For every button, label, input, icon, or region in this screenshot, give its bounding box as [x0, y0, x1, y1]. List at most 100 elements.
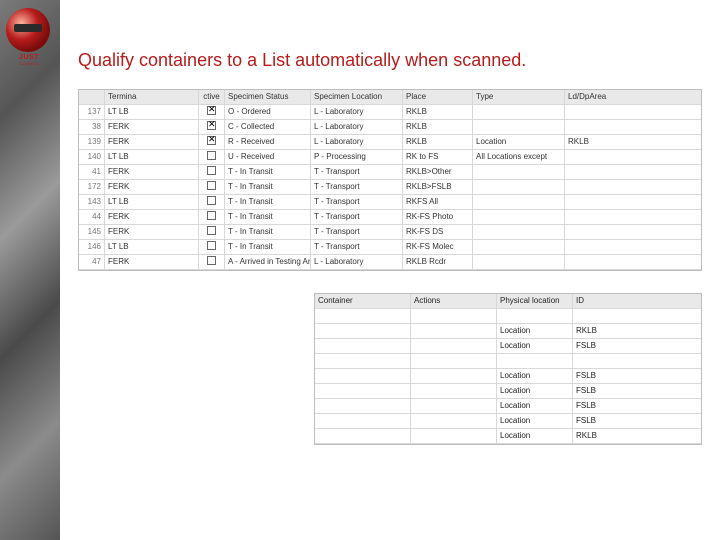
cell-ld [565, 195, 629, 209]
cell-id: 172 [79, 180, 105, 194]
cell-container-id: FSLB [573, 399, 609, 413]
cell-location: T - Transport [311, 195, 403, 209]
cell-type [473, 120, 565, 134]
rules-grid-row[interactable]: 143LT LBT - In TransitT - TransportRKFS … [79, 195, 701, 210]
rules-grid-row[interactable]: 137LT LBO - OrderedL - LaboratoryRKLB [79, 105, 701, 120]
cell-place: RKLB [403, 135, 473, 149]
cell-physical-location: Location [497, 384, 573, 398]
cell-active[interactable] [199, 105, 225, 119]
container-grid-row[interactable]: LocationFSLB [315, 384, 701, 399]
container-grid-row[interactable]: LocationFSLB [315, 339, 701, 354]
rules-grid-row[interactable]: 145FERKT - In TransitT - TransportRK-FS … [79, 225, 701, 240]
cell-location: T - Transport [311, 165, 403, 179]
col-container[interactable]: Container [315, 294, 411, 308]
container-grid-blank [315, 354, 701, 369]
container-grid-row[interactable]: LocationRKLB [315, 324, 701, 339]
col-status[interactable]: Specimen Status [225, 90, 311, 104]
container-grid-row[interactable]: LocationRKLB [315, 429, 701, 444]
cell-active[interactable] [199, 180, 225, 194]
cell-status: T - In Transit [225, 240, 311, 254]
cell-id: 38 [79, 120, 105, 134]
cell-terminal: FERK [105, 180, 199, 194]
cell-physical-location: Location [497, 339, 573, 353]
col-location[interactable]: Specimen Location [311, 90, 403, 104]
cell-status: U - Received [225, 150, 311, 164]
rules-grid-row[interactable]: 38FERKC - CollectedL - LaboratoryRKLB [79, 120, 701, 135]
cell-actions [411, 339, 497, 353]
cell-location: P - Processing [311, 150, 403, 164]
col-ld[interactable]: Ld/DpArea [565, 90, 629, 104]
cell-ld [565, 240, 629, 254]
checkbox-icon[interactable] [207, 256, 216, 265]
col-place[interactable]: Place [403, 90, 473, 104]
cell-ld [565, 210, 629, 224]
cell-active[interactable] [199, 210, 225, 224]
container-grid-row[interactable]: LocationFSLB [315, 399, 701, 414]
cell-actions [411, 429, 497, 443]
cell-type [473, 195, 565, 209]
cell-container [315, 414, 411, 428]
cell-id: 47 [79, 255, 105, 269]
container-grid-row[interactable]: LocationFSLB [315, 414, 701, 429]
cell-type: All Locations except [473, 150, 565, 164]
col-actions[interactable]: Actions [411, 294, 497, 308]
col-physical-location[interactable]: Physical location [497, 294, 573, 308]
checkbox-icon[interactable] [207, 196, 216, 205]
cell-active[interactable] [199, 150, 225, 164]
col-container-id[interactable]: ID [573, 294, 609, 308]
rules-grid-row[interactable]: 140LT LBU - ReceivedP - ProcessingRK to … [79, 150, 701, 165]
cell-active[interactable] [199, 165, 225, 179]
cell-active[interactable] [199, 240, 225, 254]
cell-active[interactable] [199, 195, 225, 209]
cell-physical-location: Location [497, 429, 573, 443]
cell-physical-location: Location [497, 324, 573, 338]
cell-container [315, 429, 411, 443]
col-terminal[interactable]: Termina [105, 90, 199, 104]
container-grid-row[interactable]: LocationFSLB [315, 369, 701, 384]
checkbox-icon[interactable] [207, 181, 216, 190]
rules-grid-row[interactable]: 44FERKT - In TransitT - TransportRK-FS P… [79, 210, 701, 225]
rules-grid-row[interactable]: 41FERKT - In TransitT - TransportRKLB>Ot… [79, 165, 701, 180]
cell-status: C - Collected [225, 120, 311, 134]
rules-grid-row[interactable]: 139FERKR - ReceivedL - LaboratoryRKLBLoc… [79, 135, 701, 150]
cell-place: RKFS All [403, 195, 473, 209]
cell-ld [565, 225, 629, 239]
col-id[interactable] [79, 90, 105, 104]
cell-active[interactable] [199, 225, 225, 239]
cell-type [473, 210, 565, 224]
rules-grid-row[interactable]: 146LT LBT - In TransitT - TransportRK-FS… [79, 240, 701, 255]
checkbox-icon[interactable] [207, 226, 216, 235]
cell-actions [411, 369, 497, 383]
checkbox-icon[interactable] [207, 241, 216, 250]
cell-container [315, 324, 411, 338]
cell-place: RKLB>Other [403, 165, 473, 179]
cell-place: RKLB>FSLB [403, 180, 473, 194]
checkbox-icon[interactable] [207, 151, 216, 160]
cell-actions [411, 324, 497, 338]
brand-logo: JUST SCIENCE [6, 8, 52, 58]
rules-grid: Termina ctive Specimen Status Specimen L… [78, 89, 702, 271]
cell-type [473, 255, 565, 269]
cell-active[interactable] [199, 120, 225, 134]
rules-grid-row[interactable]: 172FERKT - In TransitT - TransportRKLB>F… [79, 180, 701, 195]
cell-physical-location: Location [497, 399, 573, 413]
checkbox-icon[interactable] [207, 121, 216, 130]
cell-container-id: RKLB [573, 324, 609, 338]
cell-id: 143 [79, 195, 105, 209]
cell-active[interactable] [199, 255, 225, 269]
cell-container [315, 384, 411, 398]
container-grid: Container Actions Physical location ID L… [314, 293, 702, 445]
checkbox-icon[interactable] [207, 211, 216, 220]
cell-terminal: LT LB [105, 240, 199, 254]
col-active[interactable]: ctive [199, 90, 225, 104]
cell-status: O - Ordered [225, 105, 311, 119]
cell-active[interactable] [199, 135, 225, 149]
col-type[interactable]: Type [473, 90, 565, 104]
rules-grid-row[interactable]: 47FERKA - Arrived in Testing AreaL - Lab… [79, 255, 701, 270]
cell-place: RKLB [403, 105, 473, 119]
page-title: Qualify containers to a List automatical… [78, 50, 702, 71]
checkbox-icon[interactable] [207, 106, 216, 115]
checkbox-icon[interactable] [207, 166, 216, 175]
cell-id: 145 [79, 225, 105, 239]
checkbox-icon[interactable] [207, 136, 216, 145]
